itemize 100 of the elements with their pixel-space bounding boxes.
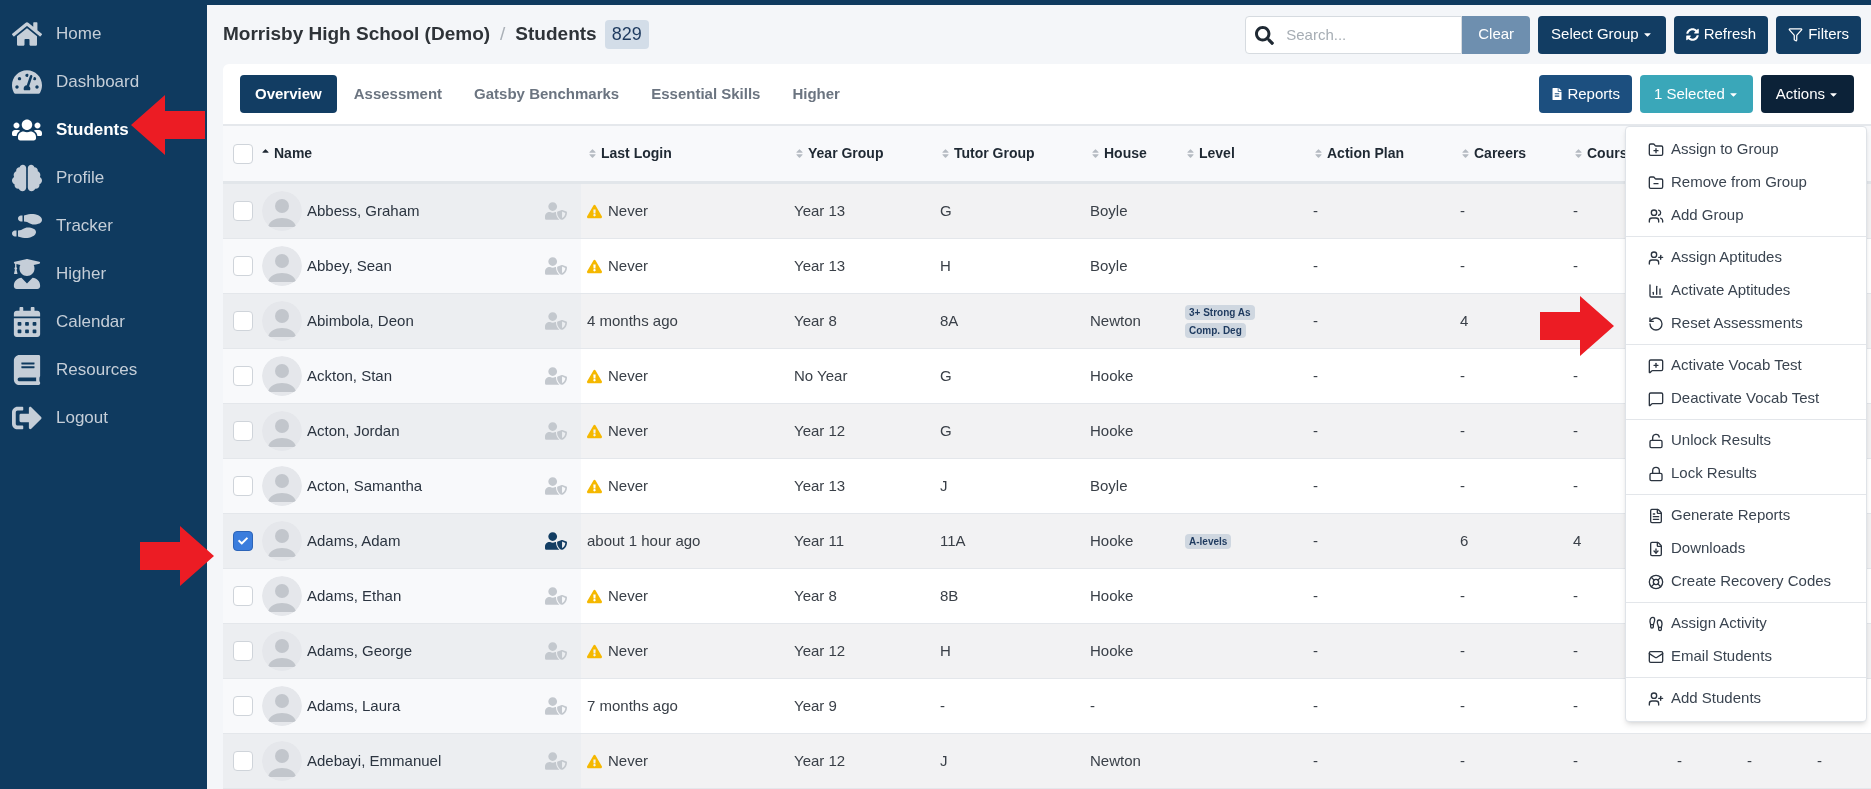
menu-item[interactable]: Lock Results [1626, 457, 1866, 490]
column-header[interactable]: Tutor Group [954, 143, 1035, 164]
search-field[interactable]: Search... [1245, 15, 1463, 54]
tab[interactable]: Essential Skills [636, 75, 776, 113]
table-cell-text: Year 12 [794, 750, 846, 771]
table-cell-text: - [1747, 750, 1752, 771]
table-cell-text: G [940, 365, 952, 386]
nav-item[interactable]: Calendar [0, 298, 207, 346]
table-cell-text: H [940, 640, 951, 661]
menu-item[interactable]: Unlock Results [1626, 424, 1866, 457]
warning-icon [587, 588, 602, 604]
refresh-button[interactable]: Refresh [1673, 15, 1769, 54]
folder-minus-icon [1648, 174, 1664, 191]
book-icon [12, 355, 42, 385]
table-cell-text: - [1313, 585, 1318, 606]
breadcrumb-separator: / [500, 22, 506, 47]
reset-icon [1648, 315, 1664, 332]
graduate-icon [12, 259, 42, 289]
tab[interactable]: Overview [240, 75, 337, 113]
menu-item[interactable]: Activate Vocab Test [1626, 349, 1866, 382]
warning-icon [587, 478, 602, 494]
footprints-icon [1648, 615, 1664, 632]
table-cell-text: 4 months ago [587, 310, 678, 331]
filters-button[interactable]: Filters [1776, 15, 1861, 54]
select-group-button[interactable]: Select Group [1538, 15, 1666, 54]
tab[interactable]: Assessment [338, 75, 458, 113]
table-cell-text: Boyle [1090, 475, 1128, 496]
checkbox[interactable] [233, 531, 253, 551]
table-cell-text: - [1460, 365, 1465, 386]
table-cell-text: H [940, 255, 951, 276]
column-header[interactable]: House [1104, 143, 1147, 164]
menu-item[interactable]: Assign Activity [1626, 607, 1866, 640]
nav-item[interactable]: Students [0, 106, 207, 154]
menu-item[interactable]: Deactivate Vocab Test [1626, 382, 1866, 415]
nav-item[interactable]: Home [0, 10, 207, 58]
menu-item[interactable]: Downloads [1626, 532, 1866, 565]
table-cell-text: - [1573, 365, 1578, 386]
column-header[interactable]: Name [274, 143, 313, 164]
nav-item[interactable]: Higher [0, 250, 207, 298]
table-cell-text: - [1313, 640, 1318, 661]
table-cell-text: Never [608, 255, 648, 276]
table-cell-text: 11A [940, 530, 966, 551]
menu-item[interactable]: Reset Assessments [1626, 307, 1866, 340]
count-badge: 829 [604, 20, 649, 49]
table-cell-text: Hooke [1090, 640, 1134, 661]
table-cell-text: - [1313, 365, 1318, 386]
table-cell-text: - [1090, 695, 1095, 716]
tab[interactable]: Higher [777, 75, 855, 113]
table-cell-text: Hooke [1090, 585, 1134, 606]
table-cell-text: 6 [1460, 530, 1469, 551]
table-cell-text: - [1460, 640, 1465, 661]
table-cell-text: G [940, 420, 952, 441]
nav-item[interactable]: Dashboard [0, 58, 207, 106]
nav-item[interactable]: Resources [0, 346, 207, 394]
bar-chart-icon [1648, 282, 1664, 299]
column-header[interactable]: Year Group [808, 143, 884, 164]
table-cell-text: - [1313, 750, 1318, 771]
table-cell-text: Year 13 [794, 255, 846, 276]
warning-icon [587, 753, 602, 769]
menu-item[interactable]: Create Recovery Codes [1626, 565, 1866, 598]
nav-item[interactable]: Tracker [0, 202, 207, 250]
table-cell-text: - [1677, 750, 1682, 771]
column-header[interactable]: Careers [1474, 143, 1527, 164]
menu-item[interactable]: Activate Aptitudes [1626, 274, 1866, 307]
table-cell-text: - [1460, 585, 1465, 606]
column-header[interactable]: Level [1199, 143, 1235, 164]
table-cell-text: - [1313, 695, 1318, 716]
filter-icon [1788, 27, 1804, 42]
message-plus-icon [1648, 357, 1664, 374]
table-cell-text: - [1573, 750, 1578, 771]
warning-icon [587, 203, 602, 219]
table-cell-text: 8B [940, 585, 959, 606]
nav-item[interactable]: Logout [0, 394, 207, 442]
document-icon [1551, 88, 1564, 100]
table-cell-text: Newton [1090, 310, 1141, 331]
actions-button[interactable]: Actions [1760, 75, 1854, 113]
table-cell-text: Never [608, 585, 648, 606]
level-tag: A-levels [1185, 533, 1232, 549]
tab[interactable]: Gatsby Benchmarks [459, 75, 635, 113]
column-header[interactable]: Action Plan [1327, 143, 1404, 164]
warning-icon [587, 258, 602, 274]
menu-item[interactable]: Add Group [1626, 199, 1866, 232]
table-cell-text: - [1313, 255, 1318, 276]
table-cell-text: - [940, 695, 945, 716]
menu-item[interactable]: Remove from Group [1626, 166, 1866, 199]
menu-item[interactable]: Generate Reports [1626, 499, 1866, 532]
lock-icon [1648, 465, 1664, 482]
nav-item[interactable]: Profile [0, 154, 207, 202]
table-cell-text: G [940, 200, 952, 221]
menu-item[interactable]: Assign to Group [1626, 133, 1866, 166]
menu-item[interactable]: Assign Aptitudes [1626, 241, 1866, 274]
table-cell-text: - [1573, 475, 1578, 496]
reports-button[interactable]: Reports [1539, 75, 1632, 113]
menu-item[interactable]: Email Students [1626, 640, 1866, 673]
table-cell-text: - [1460, 200, 1465, 221]
user-shield-icon[interactable] [545, 530, 567, 552]
menu-item[interactable]: Add Students [1626, 682, 1866, 715]
table-cell-text: Year 12 [794, 640, 846, 661]
column-header[interactable]: Last Login [601, 143, 672, 164]
table-cell-text: - [1313, 420, 1318, 441]
